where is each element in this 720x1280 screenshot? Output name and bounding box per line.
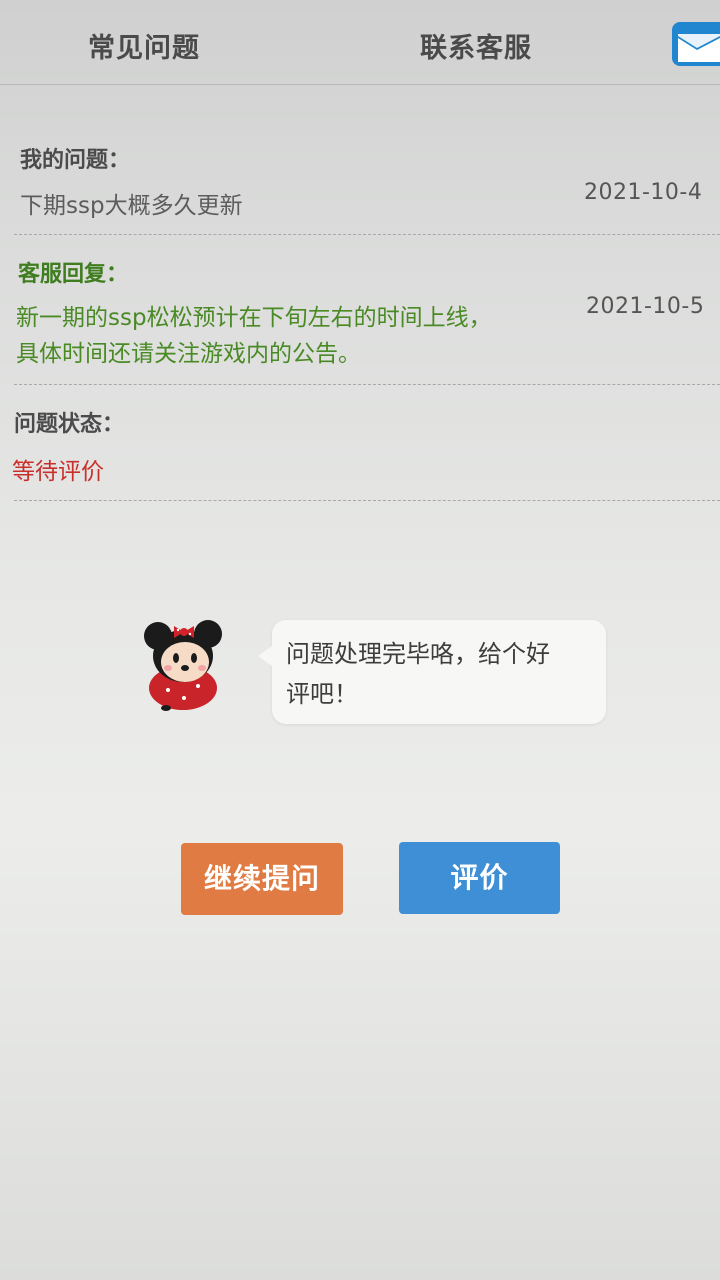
tab-contact-service[interactable]: 联系客服: [420, 26, 532, 65]
status-value: 等待评价: [12, 459, 104, 485]
question-date: 2021-10-4: [584, 180, 703, 205]
rate-button[interactable]: 评价: [399, 842, 560, 914]
tab-faq[interactable]: 常见问题: [88, 26, 200, 65]
reply-text: 新一期的ssp松松预计在下旬左右的时间上线， 具体时间还请关注游戏内的公告。: [16, 300, 576, 372]
minnie-mascot-icon: [138, 612, 228, 716]
speech-bubble: 问题处理完毕咯，给个好 评吧！: [258, 620, 606, 724]
speech-line: 评吧！: [286, 680, 358, 708]
speech-line: 问题处理完毕咯，给个好: [286, 640, 550, 668]
divider: [14, 234, 720, 235]
top-tab-bar: 常见问题 联系客服: [0, 0, 720, 85]
reply-date: 2021-10-5: [586, 294, 705, 319]
continue-asking-button[interactable]: 继续提问: [181, 843, 343, 915]
reply-line: 具体时间还请关注游戏内的公告。: [16, 341, 361, 367]
status-label: 问题状态：: [14, 412, 125, 437]
question-text: 下期ssp大概多久更新: [20, 193, 243, 219]
divider: [14, 384, 720, 385]
divider: [14, 500, 720, 501]
reply-line: 新一期的ssp松松预计在下旬左右的时间上线，: [16, 305, 492, 331]
speech-bubble-text: 问题处理完毕咯，给个好 评吧！: [286, 634, 592, 714]
question-label: 我的问题：: [20, 148, 131, 173]
envelope-icon[interactable]: [672, 22, 720, 66]
reply-label: 客服回复：: [18, 262, 129, 287]
